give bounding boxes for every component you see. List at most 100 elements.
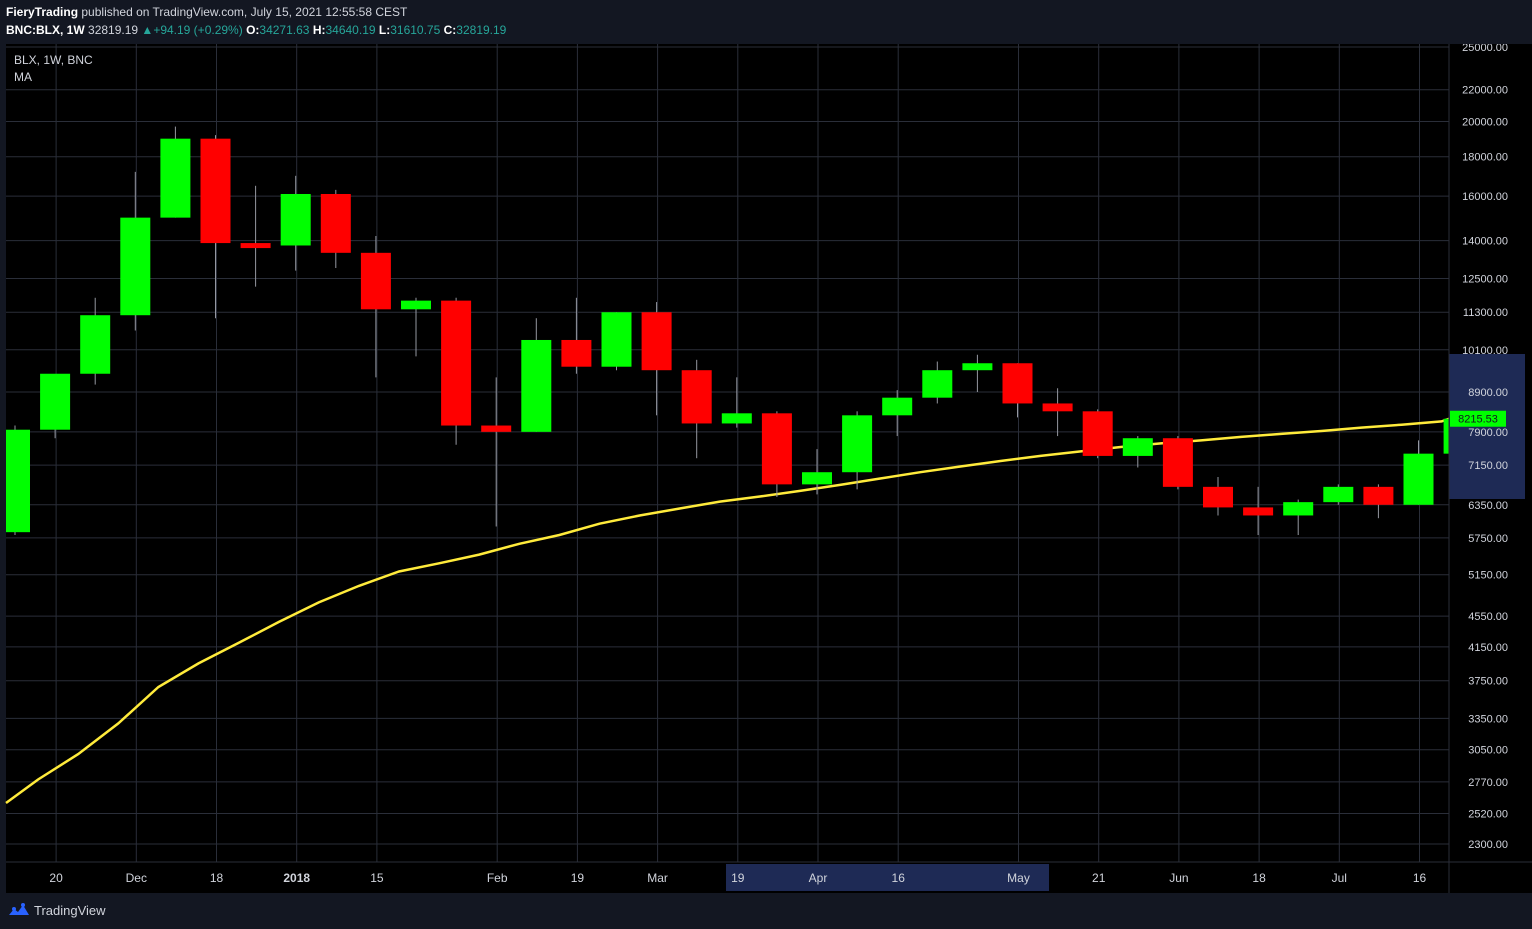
candle-body-down [441,300,472,426]
candlestick-chart[interactable]: 25000.00 22000.00 20000.00 18000.00 16000.00… [0,42,1532,893]
y-tick-label: 25000.00 [1462,44,1508,54]
candle-body-up [521,339,552,432]
last-price-text: 8215.53 [1458,414,1498,426]
x-tick-label: 20 [49,871,63,885]
candle [6,425,30,536]
candle-body-down [681,370,712,424]
x-tick-label: Mar [647,871,668,885]
x-tick-label: Feb [487,871,508,885]
x-tick-label: 16 [1413,871,1427,885]
y-tick-label: 8900.00 [1468,387,1508,399]
y-tick-label: 4150.00 [1468,642,1508,654]
candle-body-down [1042,403,1073,412]
candle [160,126,191,218]
y-tick-label: 3050.00 [1468,745,1508,757]
x-tick-label: 19 [731,871,745,885]
candle [761,411,792,497]
candle [1082,409,1113,459]
candle-body-down [1002,363,1033,404]
high-label: H: [312,23,326,37]
candle-body-up [280,193,311,246]
y-tick-label: 3350.00 [1468,713,1508,725]
x-tick-label: 2018 [283,871,310,885]
y-tick-label: 5150.00 [1468,570,1508,582]
high-value: 34640.19 [325,23,376,37]
x-tick-label: May [1007,871,1030,885]
open-label: O: [246,23,260,37]
candle-body-up [962,363,993,371]
y-tick-label: 3750.00 [1468,676,1508,688]
candle [1162,436,1193,490]
last-price-marker: 8215.53 [1450,410,1506,427]
publish-info: FieryTrading published on TradingView.co… [6,5,407,19]
x-tick-label: Apr [809,871,828,885]
candle-body-up [1283,502,1314,516]
y-tick-label: 7150.00 [1468,460,1508,472]
y-tick-label: 2770.00 [1468,777,1508,789]
y-tick-label: 20000.00 [1462,117,1508,129]
candle-body-down [481,425,512,432]
y-tick-label: 14000.00 [1462,236,1508,248]
x-tick-label: Jun [1169,871,1188,885]
candle-body-up [842,415,873,473]
low-value: 31610.75 [390,23,441,37]
chart-area[interactable]: 25000.00 22000.00 20000.00 18000.00 16000.00… [0,42,1532,893]
y-tick-label: 7900.00 [1468,427,1508,439]
y-tick-label: 12500.00 [1462,274,1508,286]
candle-body-up [1443,418,1449,454]
y-tick-label: 5750.00 [1468,533,1508,545]
chart-legend-symbol: BLX, 1W, BNC [14,53,93,67]
candle [601,312,632,371]
candle-body-up [601,312,632,367]
candle-body-down [1162,438,1193,487]
open-value: 34271.63 [259,23,310,37]
up-arrow-icon: ▲ [141,23,154,37]
change-value: +94.19 (+0.29%) [153,23,243,37]
x-tick-label: Jul [1332,871,1347,885]
x-tick-label: 18 [210,871,224,885]
y-tick-label: 2520.00 [1468,808,1508,820]
low-label: L: [378,23,391,37]
candle-body-up [40,373,71,430]
x-tick-label: 19 [571,871,585,885]
y-tick-label: 22000.00 [1462,85,1508,97]
chart-legend-indicator[interactable]: MA [14,70,32,84]
candle-body-up [80,315,111,374]
candle-body-up [120,217,151,316]
x-tick-label: 16 [892,871,906,885]
time-axis-highlight [726,864,1049,891]
candle-body-up [1323,486,1354,503]
header: FieryTrading published on TradingView.co… [0,0,1532,44]
candle-body-down [200,138,231,244]
y-tick-label: 10100.00 [1462,345,1508,357]
candle [441,297,472,445]
candle-body-down [761,413,792,485]
candle-body-up [160,138,191,218]
y-tick-label: 11300.00 [1463,307,1508,319]
candle [1443,418,1449,454]
candle-body-down [240,243,271,249]
candle-body-up [721,413,752,424]
candle-body-down [1082,411,1113,456]
y-tick-label: 4550.00 [1468,611,1508,623]
tradingview-logo-icon[interactable] [8,902,30,918]
candle-body-down [1203,486,1233,508]
candle-body-up [6,429,30,533]
tradingview-brand[interactable]: TradingView [34,903,106,918]
symbol-label: BNC:BLX, 1W [6,23,85,37]
candle-body-down [1243,507,1274,516]
candle-body-down [641,312,672,371]
candle-body-up [802,472,832,485]
x-tick-label: 21 [1092,871,1106,885]
candle-body-down [561,339,592,367]
y-tick-label: 6350.00 [1468,500,1508,512]
candle [1323,484,1354,505]
y-tick-label: 18000.00 [1462,152,1508,164]
candle-body-up [1403,453,1434,505]
candle-body-down [360,252,391,310]
author-name[interactable]: FieryTrading [6,5,78,19]
x-tick-label: 18 [1252,871,1266,885]
candle-body-up [882,397,913,416]
candle-body-up [922,370,953,398]
y-tick-label: 2300.00 [1468,839,1508,851]
